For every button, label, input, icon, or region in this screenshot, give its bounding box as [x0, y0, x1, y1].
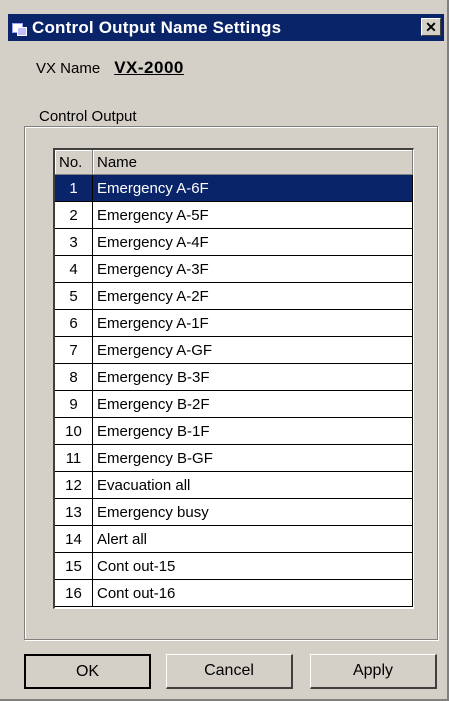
table-row[interactable]: 2 Emergency A-5F [55, 201, 413, 229]
table-row[interactable]: 14 Alert all [55, 525, 413, 553]
row-number: 13 [55, 498, 93, 526]
table-row[interactable]: 13 Emergency busy [55, 498, 413, 526]
table-row[interactable]: 15 Cont out-15 [55, 552, 413, 580]
control-output-list[interactable]: No. Name 1 Emergency A-6F 2 Emergency A-5F 3… [53, 148, 414, 609]
row-number: 7 [55, 336, 93, 364]
row-number: 1 [55, 174, 93, 202]
table-row[interactable]: 10 Emergency B-1F [55, 417, 413, 445]
ok-button[interactable]: OK [24, 654, 151, 689]
row-name[interactable]: Emergency busy [92, 498, 413, 526]
control-output-group-label: Control Output [36, 108, 140, 125]
row-name[interactable]: Emergency A-4F [92, 228, 413, 256]
row-number: 10 [55, 417, 93, 445]
control-output-table: No. Name 1 Emergency A-6F 2 Emergency A-5F 3… [55, 150, 413, 607]
row-name[interactable]: Emergency B-2F [92, 390, 413, 418]
table-row[interactable]: 12 Evacuation all [55, 471, 413, 499]
table-row[interactable]: 6 Emergency A-1F [55, 309, 413, 337]
row-name[interactable]: Emergency A-6F [92, 174, 413, 202]
table-row[interactable]: 16 Cont out-16 [55, 579, 413, 607]
table-row[interactable]: 4 Emergency A-3F [55, 255, 413, 283]
vx-name-row: VX Name VX-2000 [36, 58, 184, 78]
column-header-no[interactable]: No. [55, 150, 93, 175]
row-number: 15 [55, 552, 93, 580]
apply-button[interactable]: Apply [310, 654, 437, 689]
table-row[interactable]: 11 Emergency B-GF [55, 444, 413, 472]
table-row[interactable]: 7 Emergency A-GF [55, 336, 413, 364]
row-name[interactable]: Cont out-16 [92, 579, 413, 607]
row-name[interactable]: Emergency A-2F [92, 282, 413, 310]
row-name[interactable]: Emergency A-5F [92, 201, 413, 229]
row-name[interactable]: Emergency A-1F [92, 309, 413, 337]
table-row[interactable]: 3 Emergency A-4F [55, 228, 413, 256]
window-title: Control Output Name Settings [32, 17, 282, 37]
title-bar[interactable]: Control Output Name Settings ✕ [8, 14, 444, 41]
row-name[interactable]: Cont out-15 [92, 552, 413, 580]
row-number: 3 [55, 228, 93, 256]
vx-name-label: VX Name [36, 60, 101, 77]
row-number: 5 [55, 282, 93, 310]
table-row[interactable]: 9 Emergency B-2F [55, 390, 413, 418]
row-number: 16 [55, 579, 93, 607]
table-row[interactable]: 1 Emergency A-6F [55, 174, 413, 202]
row-number: 2 [55, 201, 93, 229]
row-number: 12 [55, 471, 93, 499]
column-header-name[interactable]: Name [92, 150, 413, 175]
row-name[interactable]: Emergency A-GF [92, 336, 413, 364]
table-row[interactable]: 5 Emergency A-2F [55, 282, 413, 310]
row-number: 8 [55, 363, 93, 391]
row-name[interactable]: Emergency B-1F [92, 417, 413, 445]
vx-name-value: VX-2000 [114, 58, 184, 77]
table-row[interactable]: 8 Emergency B-3F [55, 363, 413, 391]
row-name[interactable]: Alert all [92, 525, 413, 553]
close-button[interactable]: ✕ [421, 18, 441, 36]
row-name[interactable]: Emergency B-3F [92, 363, 413, 391]
row-name[interactable]: Emergency A-3F [92, 255, 413, 283]
cancel-button[interactable]: Cancel [166, 654, 293, 689]
row-number: 11 [55, 444, 93, 472]
control-output-settings-dialog: Control Output Name Settings ✕ VX Name V… [0, 0, 449, 701]
row-number: 9 [55, 390, 93, 418]
table-header-row: No. Name [55, 150, 413, 175]
row-name[interactable]: Emergency B-GF [92, 444, 413, 472]
row-number: 4 [55, 255, 93, 283]
app-window-icon [12, 21, 27, 36]
row-number: 14 [55, 525, 93, 553]
row-name[interactable]: Evacuation all [92, 471, 413, 499]
row-number: 6 [55, 309, 93, 337]
